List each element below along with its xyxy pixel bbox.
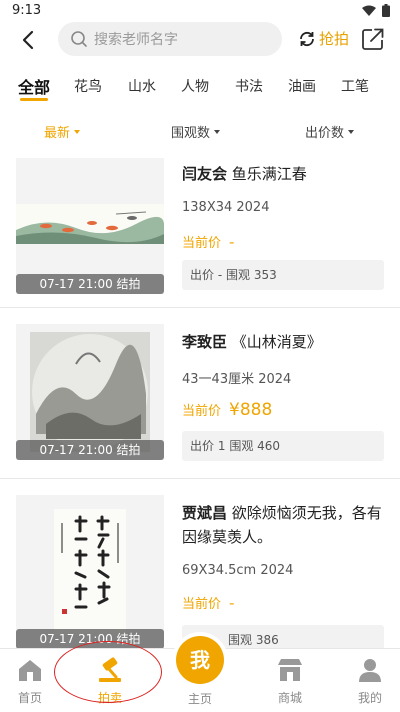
artwork-thumbnail[interactable]: 07-17 21:00 结拍: [16, 324, 164, 460]
bid-count: -: [217, 268, 223, 282]
views-label: 围观: [228, 633, 253, 647]
item-title: 李致臣 《山林消夏》: [182, 330, 392, 354]
artwork-title: 鱼乐满江春: [231, 165, 307, 183]
sort-latest[interactable]: 最新: [44, 122, 81, 141]
tab-mine[interactable]: 我的: [340, 657, 400, 706]
artwork-spec: 43一43厘米 2024: [182, 372, 292, 387]
status-icons: [362, 4, 390, 17]
tab-main-label: 主页: [187, 692, 212, 706]
auction-end-label: 07-17 21:00 结拍: [16, 440, 164, 460]
bid-label: 出价: [190, 268, 215, 282]
bid-views-box: 出价 1 围观 460: [182, 431, 384, 461]
calligraphy-image: [16, 495, 164, 649]
top-bar: 搜索老师名字 抢拍: [0, 22, 400, 58]
sort-bids[interactable]: 出价数: [305, 122, 355, 141]
tab-mine-label: 我的: [357, 691, 382, 705]
tab-oil-painting[interactable]: 油画: [288, 76, 316, 96]
back-button[interactable]: [14, 26, 42, 54]
item-title: 闫友会 鱼乐满江春: [182, 162, 392, 186]
views-count: 353: [253, 268, 277, 282]
artwork-title: 《山林消夏》: [231, 333, 322, 351]
artwork-spec: 69X34.5cm 2024: [182, 563, 294, 578]
caret-down-icon: [348, 129, 355, 134]
wifi-icon: [362, 5, 376, 16]
tab-flower-bird[interactable]: 花鸟: [74, 76, 102, 96]
shop-icon: [278, 659, 302, 681]
views-count: 460: [257, 439, 281, 453]
artwork-thumbnail[interactable]: 07-17 21:00 结拍: [16, 158, 164, 294]
active-tab-indicator: [20, 98, 48, 101]
artwork-spec: 138X34 2024: [182, 200, 270, 215]
tab-home[interactable]: 首页: [0, 657, 60, 706]
price-label: 当前价: [182, 597, 222, 612]
price-value: -: [229, 233, 235, 251]
sort-views[interactable]: 围观数: [171, 122, 221, 141]
list-item[interactable]: 07-17 21:00 结拍 贾斌昌 欲除烦恼须无我，各有因缘莫羡人。 69X3…: [0, 479, 400, 659]
search-placeholder: 搜索老师名字: [94, 32, 178, 48]
status-bar: 9:13: [0, 0, 400, 22]
tab-gongbi[interactable]: 工笔: [341, 76, 369, 96]
caret-down-icon: [74, 129, 81, 134]
sort-latest-label: 最新: [44, 126, 71, 141]
search-icon: [71, 31, 87, 47]
status-time: 9:13: [12, 3, 42, 18]
tab-home-label: 首页: [17, 691, 42, 705]
share-button[interactable]: [360, 26, 386, 52]
refresh-icon: [300, 31, 314, 46]
tab-landscape[interactable]: 山水: [128, 76, 156, 96]
grab-button[interactable]: 抢拍: [298, 28, 349, 49]
sort-bar: 最新 围观数 出价数: [0, 118, 400, 144]
battery-icon: [382, 4, 390, 17]
center-main-button[interactable]: 我: [176, 636, 224, 684]
category-tabs: 全部 花鸟 山水 人物 书法 油画 工笔: [0, 70, 400, 106]
artist-name: 闫友会: [182, 165, 228, 183]
tab-all[interactable]: 全部: [18, 74, 50, 98]
grab-label: 抢拍: [319, 30, 350, 48]
bid-label: 出价: [190, 439, 215, 453]
list-item[interactable]: 07-17 21:00 结拍 李致臣 《山林消夏》 43一43厘米 2024 当…: [0, 308, 400, 479]
price-label: 当前价: [182, 404, 222, 419]
sort-views-label: 围观数: [171, 126, 211, 141]
price-value: -: [229, 594, 235, 612]
artwork-thumbnail[interactable]: 07-17 21:00 结拍: [16, 495, 164, 649]
bid-count: 1: [217, 439, 226, 453]
views-label: 围观: [226, 268, 251, 282]
share-icon: [362, 28, 384, 50]
annotation-circle: [54, 641, 162, 703]
caret-down-icon: [214, 129, 221, 134]
tab-mall[interactable]: 商城: [260, 657, 320, 706]
views-label: 围观: [229, 439, 254, 453]
bid-views-box: 出价 - 围观 353: [182, 260, 384, 290]
price-value: ¥888: [229, 400, 273, 420]
views-count: 386: [255, 633, 279, 647]
list-item[interactable]: 07-17 21:00 结拍 闫友会 鱼乐满江春 138X34 2024 当前价…: [0, 152, 400, 308]
auction-end-label: 07-17 21:00 结拍: [16, 274, 164, 294]
tab-mall-label: 商城: [277, 691, 302, 705]
price-row: 当前价 -: [182, 232, 234, 251]
user-icon: [359, 659, 381, 682]
tab-calligraphy[interactable]: 书法: [235, 76, 263, 96]
artist-name: 贾斌昌: [182, 504, 228, 522]
back-arrow-icon: [22, 30, 34, 50]
price-label: 当前价: [182, 236, 222, 251]
tab-figure[interactable]: 人物: [181, 76, 209, 96]
artist-name: 李致臣: [182, 333, 228, 351]
price-row: 当前价 ¥888: [182, 400, 272, 420]
home-icon: [19, 660, 41, 681]
sort-bids-label: 出价数: [305, 126, 345, 141]
price-row: 当前价 -: [182, 593, 234, 612]
item-title: 贾斌昌 欲除烦恼须无我，各有因缘莫羡人。: [182, 501, 392, 549]
search-input[interactable]: 搜索老师名字: [58, 22, 282, 56]
